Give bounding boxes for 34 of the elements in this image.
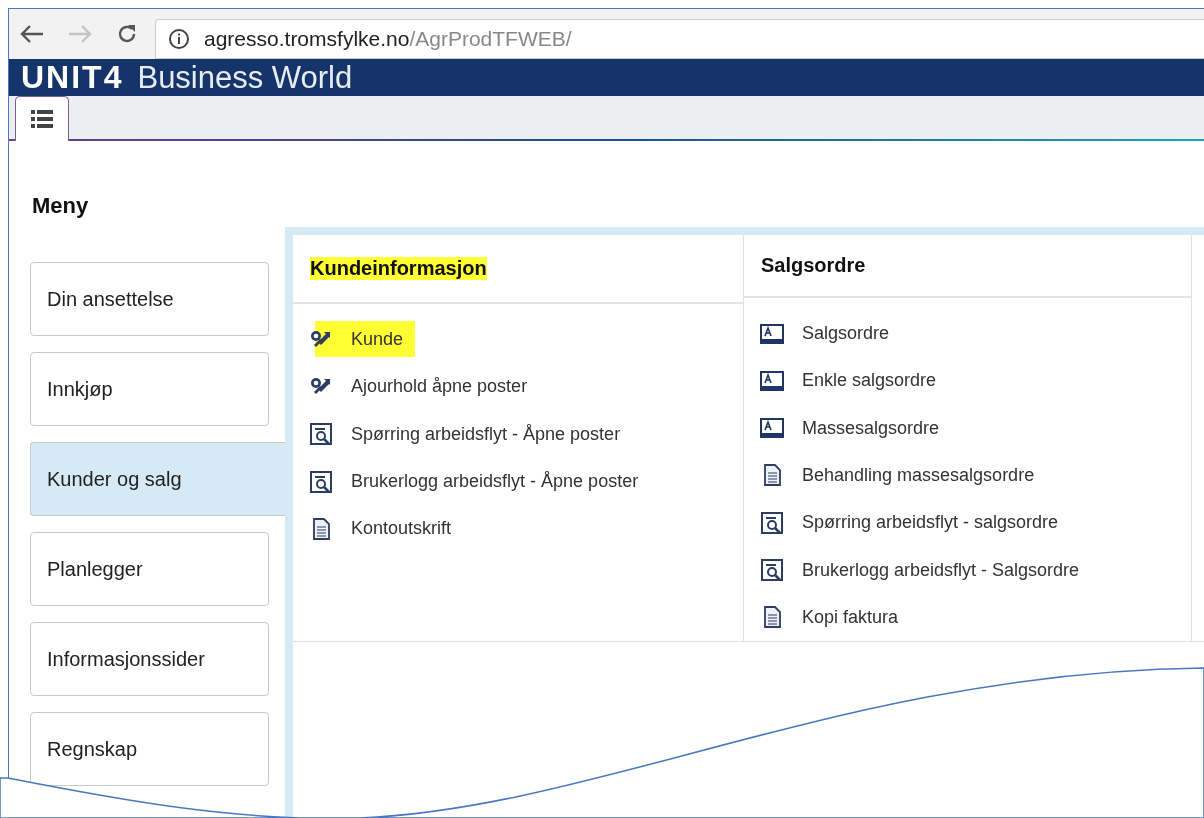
menu-link[interactable]: Spørring arbeidsflyt - Åpne poster [309,410,743,458]
menu-link[interactable]: Kontoutskrift [309,505,743,553]
menu-heading: Meny [31,193,90,220]
form-icon [760,323,784,344]
menu-tab[interactable] [15,96,69,141]
sidebar-item[interactable]: Informasjonssider [30,622,269,696]
form-icon [760,370,784,391]
column-heading: Salgsordre [761,253,866,277]
search-document-icon [309,470,333,493]
menu-link[interactable]: Salgsordre [760,309,1191,358]
menu-link[interactable]: Behandling massesalgsordre [760,451,1191,500]
back-icon[interactable] [19,23,45,45]
info-icon [168,28,190,50]
sidebar-item[interactable]: Regnskap [30,712,269,786]
sidebar-item[interactable]: Din ansettelse [30,262,269,336]
menu-link[interactable]: Kopi faktura [760,593,1191,641]
app-title: Business World [137,59,353,96]
search-document-icon [760,559,784,582]
sidebar-item[interactable]: Innkjøp [30,352,269,426]
logo: UNIT4 [21,59,124,96]
menu-link[interactable]: Ajourhold åpne poster [309,363,743,411]
menu-link[interactable]: Enkle salgsordre [760,357,1191,405]
address-bar[interactable]: agresso.tromsfylke.no/AgrProdTFWEB/ [155,19,1204,59]
menu-link[interactable]: Brukerlogg arbeidsflyt - Åpne poster [309,457,743,506]
search-document-icon [309,423,333,446]
menu-link[interactable]: Spørring arbeidsflyt - salgsordre [760,499,1191,547]
sidebar-item[interactable]: Kunder og salg [30,442,285,516]
form-icon [760,418,784,439]
search-document-icon [760,511,784,534]
menu-link[interactable]: Brukerlogg arbeidsflyt - Salgsordre [760,546,1191,594]
column-heading: Kundeinformasjon [310,257,487,280]
list-icon [31,109,53,129]
menu-link[interactable]: Massesalgsordre [760,404,1191,452]
sidebar-item[interactable]: Planlegger [30,532,269,606]
